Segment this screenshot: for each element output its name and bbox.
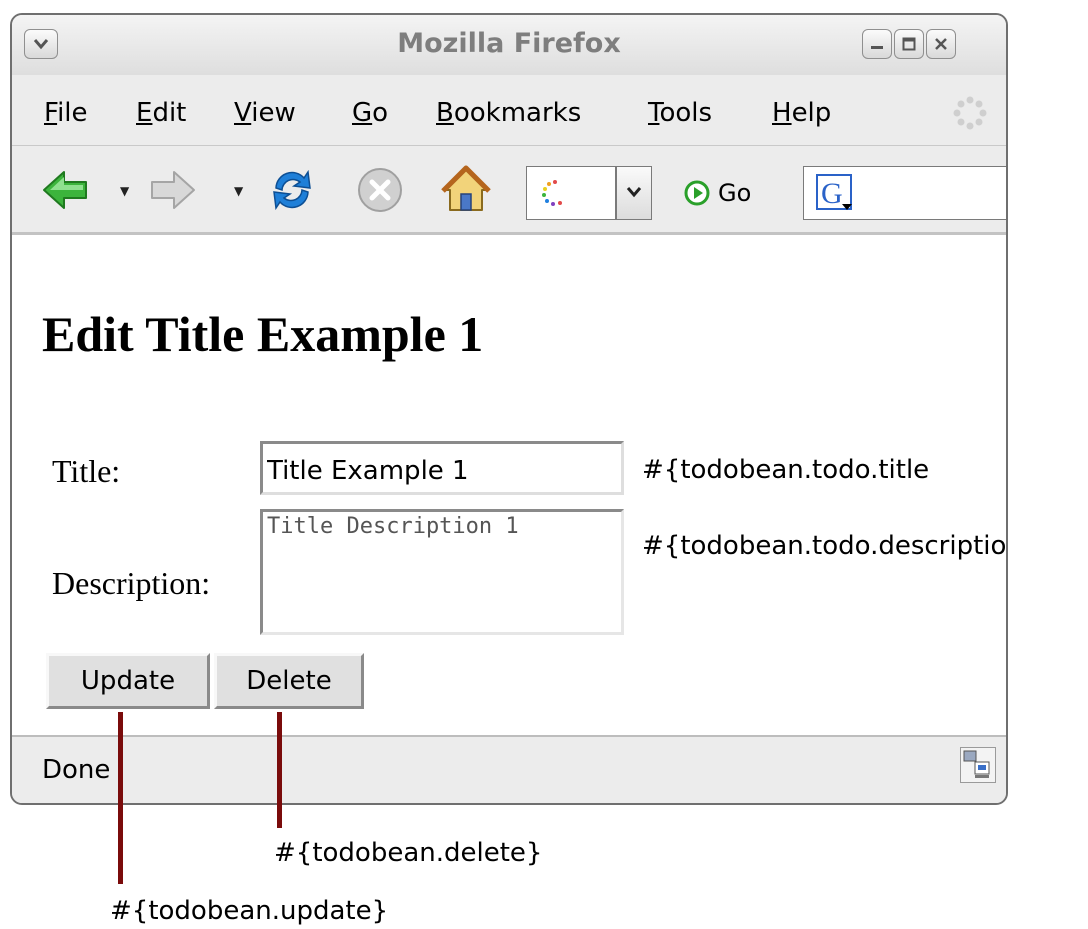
maximize-icon [902, 37, 916, 51]
menu-go-label: o [372, 98, 389, 128]
menu-tools-mnemonic: T [648, 98, 660, 128]
title-bar: Mozilla Firefox [12, 15, 1006, 75]
chevron-down-icon [626, 187, 642, 198]
menu-view-mnemonic: V [234, 98, 252, 128]
go-icon [684, 180, 710, 206]
close-button[interactable] [926, 29, 956, 59]
menu-tools[interactable]: Tools [648, 98, 712, 128]
close-icon [935, 38, 947, 50]
delete-annotation-line [277, 712, 282, 828]
description-binding-note: #{todobean.todo.description} [642, 531, 1008, 561]
url-dropdown-button[interactable] [616, 166, 652, 220]
google-icon: G [816, 174, 852, 210]
description-textarea[interactable]: Title Description 1 [260, 509, 624, 635]
browser-window: Mozilla Firefox File Edit View Go Bookma… [10, 13, 1008, 805]
title-binding-note: #{todobean.todo.title [642, 455, 930, 485]
back-dropdown-icon[interactable]: ▼ [120, 184, 129, 198]
menu-bookmarks-mnemonic: B [436, 98, 454, 128]
delete-button[interactable]: Delete [214, 653, 364, 709]
navigation-toolbar: ▼ ▼ Go G [12, 146, 1006, 235]
menu-edit[interactable]: Edit [136, 98, 186, 128]
title-label: Title: [52, 453, 121, 489]
forward-dropdown-icon[interactable]: ▼ [234, 184, 243, 198]
back-arrow-icon[interactable] [40, 164, 92, 216]
search-box[interactable]: G [803, 166, 1006, 220]
menu-view-label: iew [251, 98, 296, 128]
menu-file-mnemonic: F [44, 98, 58, 128]
menu-bar: File Edit View Go Bookmarks Tools Help [12, 75, 1006, 146]
network-icon [963, 750, 990, 778]
minimize-button[interactable] [862, 29, 892, 59]
menu-help-label: elp [791, 98, 832, 128]
update-annotation-line [118, 712, 123, 884]
menu-edit-mnemonic: E [136, 98, 153, 128]
menu-go[interactable]: Go [352, 98, 388, 128]
home-icon[interactable] [440, 164, 492, 216]
menu-tools-label: ools [659, 98, 713, 128]
stop-icon[interactable] [354, 164, 406, 216]
menu-go-mnemonic: G [352, 98, 373, 128]
menu-help-mnemonic: H [772, 98, 792, 128]
url-bar[interactable] [526, 166, 616, 220]
update-button[interactable]: Update [46, 653, 210, 709]
description-label: Description: [52, 565, 211, 601]
menu-view[interactable]: View [234, 98, 296, 128]
screenshot-stage: Mozilla Firefox File Edit View Go Bookma… [0, 0, 1088, 929]
go-label: Go [718, 179, 752, 207]
forward-arrow-icon[interactable] [146, 164, 198, 216]
title-input[interactable] [260, 441, 624, 495]
minimize-icon [871, 46, 883, 49]
update-binding-annotation: #{todobean.update} [110, 896, 389, 926]
menu-bookmarks-label: ookmarks [453, 98, 582, 128]
site-icon [542, 180, 562, 206]
menu-edit-label: dit [152, 98, 187, 128]
reload-icon[interactable] [266, 164, 318, 216]
delete-binding-annotation: #{todobean.delete} [274, 838, 543, 868]
go-button[interactable]: Go [684, 176, 751, 210]
svg-text:G: G [821, 177, 843, 210]
connection-status-icon [960, 747, 996, 783]
maximize-button[interactable] [894, 29, 924, 59]
window-title: Mozilla Firefox [397, 28, 621, 59]
throbber-icon [953, 96, 987, 130]
menu-bookmarks[interactable]: Bookmarks [436, 98, 581, 128]
status-text: Done [42, 755, 111, 785]
page-title: Edit Title Example 1 [42, 306, 484, 362]
menu-file[interactable]: File [44, 98, 88, 128]
menu-file-label: ile [57, 98, 88, 128]
status-bar: Done [12, 735, 1006, 803]
page-content: Edit Title Example 1 Title: #{todobean.t… [12, 235, 1006, 735]
menu-help[interactable]: Help [772, 98, 831, 128]
